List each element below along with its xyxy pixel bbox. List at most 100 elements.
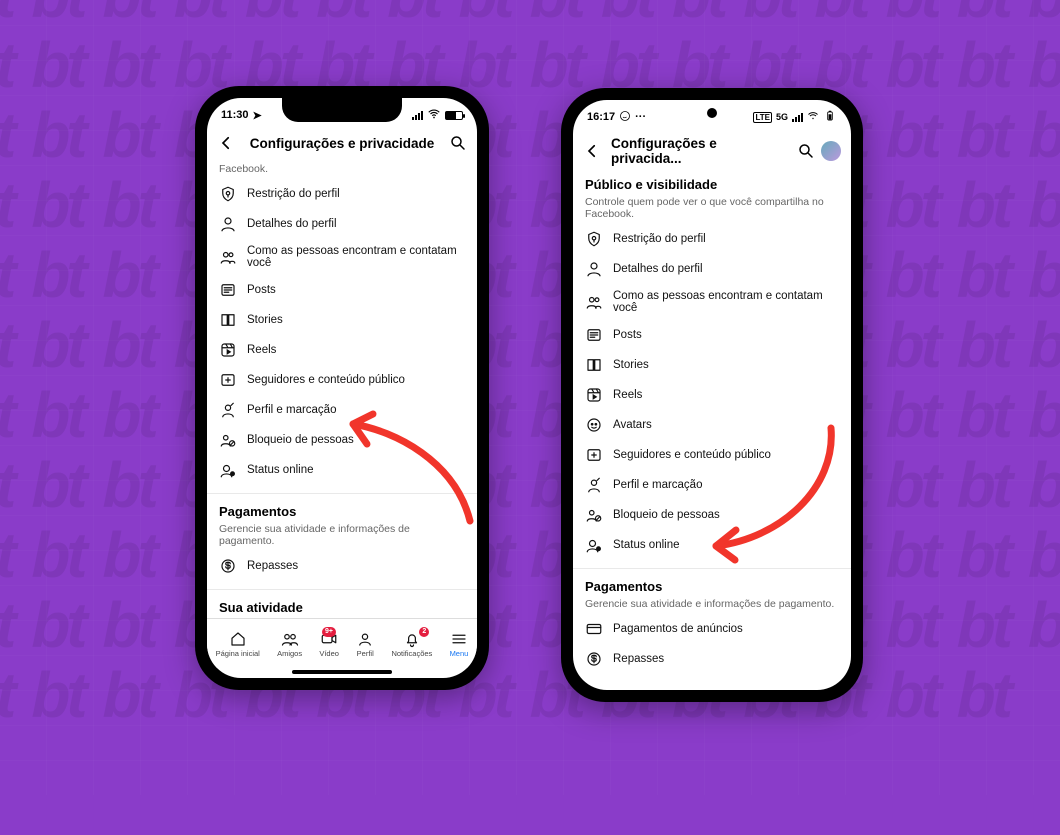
settings-row-reels[interactable]: Reels (219, 335, 465, 365)
settings-row-label: Repasses (247, 560, 298, 572)
post-icon (585, 326, 603, 344)
section-head-payments: Pagamentos (585, 579, 839, 594)
section-head-payments: Pagamentos (219, 504, 465, 519)
block-icon (585, 506, 603, 524)
dollar-icon (585, 650, 603, 668)
post-icon (219, 281, 237, 299)
settings-row-avatar[interactable]: Avatars (585, 410, 839, 440)
wifi-icon (427, 107, 441, 124)
settings-row-tag[interactable]: Perfil e marcação (219, 395, 465, 425)
divider (207, 493, 477, 494)
tab-video[interactable]: Vídeo9+ (319, 630, 339, 658)
tab-label: Vídeo (319, 649, 339, 658)
more-notifications: ··· (635, 111, 646, 123)
settings-row-label: Reels (247, 344, 276, 356)
settings-row-label: Perfil e marcação (247, 404, 336, 416)
settings-row-label: Posts (247, 284, 276, 296)
settings-row-tag[interactable]: Perfil e marcação (585, 470, 839, 500)
settings-row-dollar[interactable]: Repasses (585, 644, 839, 674)
search-button[interactable] (449, 134, 467, 152)
shield-icon (219, 185, 237, 203)
background-pattern (0, 0, 1060, 795)
page-header: Configurações e privacidade (207, 128, 477, 159)
divider (573, 568, 851, 569)
divider (207, 589, 477, 590)
settings-row-shield[interactable]: Restrição do perfil (219, 179, 465, 209)
settings-row-card[interactable]: Pagamentos de anúncios (585, 614, 839, 644)
phone-android: 16:17 ··· LTE 5G Co (561, 88, 863, 702)
back-button[interactable] (583, 142, 601, 160)
tab-home[interactable]: Página inicial (216, 630, 260, 658)
screen-android: 16:17 ··· LTE 5G Co (573, 100, 851, 690)
whatsapp-icon (619, 110, 631, 125)
iphone-notch (282, 98, 402, 122)
search-button[interactable] (797, 142, 815, 160)
camera-punch (707, 108, 717, 118)
settings-row-label: Como as pessoas encontram e contatam voc… (247, 245, 465, 269)
tab-badge: 2 (419, 627, 429, 637)
settings-row-label: Repasses (613, 653, 664, 665)
settings-row-online[interactable]: Status online (585, 530, 839, 560)
card-icon (585, 620, 603, 638)
settings-row-block[interactable]: Bloqueio de pessoas (219, 425, 465, 455)
settings-row-label: Como as pessoas encontram e contatam voc… (613, 290, 839, 314)
online-icon (219, 461, 237, 479)
tab-label: Notificações (391, 649, 432, 658)
settings-row-label: Pagamentos de anúncios (613, 623, 743, 635)
home-indicator[interactable] (292, 670, 392, 674)
settings-row-label: Avatars (613, 419, 652, 431)
profile-avatar-button[interactable] (821, 141, 841, 161)
settings-row-label: Bloqueio de pessoas (613, 509, 720, 521)
settings-row-label: Posts (613, 329, 642, 341)
section-sub-visibility: Controle quem pode ver o que você compar… (585, 196, 839, 220)
settings-row-user[interactable]: Detalhes do perfil (219, 209, 465, 239)
followers-icon (585, 446, 603, 464)
reels-icon (219, 341, 237, 359)
settings-row-followers[interactable]: Seguidores e conteúdo público (585, 440, 839, 470)
tag-icon (219, 401, 237, 419)
settings-row-block[interactable]: Bloqueio de pessoas (585, 500, 839, 530)
tab-profile[interactable]: Perfil (356, 630, 374, 658)
book-icon (219, 311, 237, 329)
book-icon (585, 356, 603, 374)
tab-friends[interactable]: Amigos (277, 630, 302, 658)
settings-scroll[interactable]: Facebook. Restrição do perfilDetalhes do… (207, 159, 477, 618)
settings-row-book[interactable]: Stories (219, 305, 465, 335)
online-icon (585, 536, 603, 554)
section-sub-payments: Gerencie sua atividade e informações de … (585, 598, 839, 610)
tag-icon (585, 476, 603, 494)
settings-row-people[interactable]: Como as pessoas encontram e contatam voc… (585, 284, 839, 320)
settings-row-online[interactable]: Status online (219, 455, 465, 485)
settings-row-label: Stories (247, 314, 283, 326)
settings-row-label: Detalhes do perfil (247, 218, 337, 230)
settings-row-shield[interactable]: Restrição do perfil (585, 224, 839, 254)
settings-row-followers[interactable]: Seguidores e conteúdo público (219, 365, 465, 395)
people-icon (585, 293, 603, 311)
settings-row-post[interactable]: Posts (219, 275, 465, 305)
status-time: 16:17 (587, 111, 615, 123)
settings-row-user[interactable]: Detalhes do perfil (585, 254, 839, 284)
battery-icon (823, 109, 837, 126)
settings-row-reels[interactable]: Reels (585, 380, 839, 410)
page-title: Configurações e privacidade (241, 136, 443, 151)
tab-bell[interactable]: Notificações 2 (391, 630, 432, 658)
network-type: 5G (776, 112, 788, 122)
back-button[interactable] (217, 134, 235, 152)
page-title: Configurações e privacida... (607, 136, 791, 166)
settings-row-label: Bloqueio de pessoas (247, 434, 354, 446)
section-head-visibility: Público e visibilidade (585, 177, 839, 192)
status-time: 11:30 (221, 109, 249, 121)
shield-icon (585, 230, 603, 248)
settings-row-post[interactable]: Posts (585, 320, 839, 350)
dollar-icon (219, 557, 237, 575)
settings-scroll[interactable]: Público e visibilidade Controle quem pod… (573, 173, 851, 690)
user-icon (219, 215, 237, 233)
block-icon (219, 431, 237, 449)
settings-row-book[interactable]: Stories (585, 350, 839, 380)
tab-menu[interactable]: Menu (450, 630, 469, 658)
reels-icon (585, 386, 603, 404)
page-header: Configurações e privacida... (573, 130, 851, 173)
settings-row-dollar[interactable]: Repasses (219, 551, 465, 581)
section-sub-payments: Gerencie sua atividade e informações de … (219, 523, 465, 547)
settings-row-people[interactable]: Como as pessoas encontram e contatam voc… (219, 239, 465, 275)
